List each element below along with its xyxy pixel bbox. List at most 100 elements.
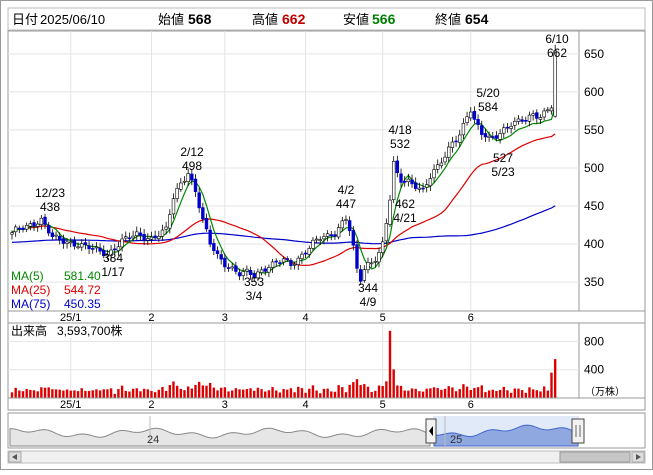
volume-bar — [98, 390, 102, 398]
volume-bar — [146, 389, 149, 398]
date-tick-label: 3 — [222, 399, 228, 411]
volume-bar — [227, 391, 230, 398]
horizontal-scrollbar[interactable] — [7, 450, 646, 464]
volume-bar — [40, 387, 43, 398]
volume-bar — [219, 387, 223, 398]
navigator-left-handle[interactable] — [425, 418, 437, 444]
volume-bar — [106, 389, 109, 398]
price-tick-label: 500 — [584, 161, 604, 175]
annotation-text: 462 — [395, 197, 415, 211]
open-value: 568 — [188, 11, 212, 27]
volume-tick-label: 400 — [584, 363, 604, 377]
volume-bar — [370, 391, 373, 398]
volume-bar — [553, 359, 557, 398]
candle-up — [146, 238, 150, 241]
candle-down — [98, 247, 102, 252]
volume-bar — [322, 388, 326, 398]
volume-bar — [546, 390, 550, 398]
volume-bar — [21, 391, 25, 398]
candle-up — [175, 188, 179, 199]
volume-bar — [355, 379, 359, 398]
volume-bar — [234, 388, 238, 398]
candle-down — [505, 126, 510, 129]
date-label: 日付 — [12, 12, 38, 27]
candle-down — [17, 227, 22, 230]
scrollbar-thumb[interactable] — [559, 451, 631, 463]
annotation-text: 353 — [244, 275, 264, 289]
candle-up — [124, 236, 128, 239]
candle-down — [197, 192, 201, 209]
volume-bar — [440, 389, 443, 398]
candle-up — [469, 111, 473, 119]
volume-bar — [311, 385, 315, 398]
volume-bar — [278, 392, 282, 398]
candle-up — [340, 220, 344, 229]
volume-bar — [374, 390, 377, 398]
volume-bar — [363, 384, 366, 398]
volume-bar — [506, 390, 509, 398]
low-value: 566 — [372, 11, 396, 27]
candle-up — [179, 182, 183, 190]
candle-up — [461, 123, 466, 136]
annotation-text: 344 — [358, 281, 378, 295]
volume-bar — [256, 387, 260, 398]
candle-up — [164, 226, 168, 230]
candle-up — [10, 232, 14, 235]
candle-up — [428, 178, 433, 187]
volume-bar — [43, 387, 47, 398]
candle-up — [439, 162, 444, 167]
volume-bar — [120, 385, 124, 398]
candle-down — [208, 229, 212, 245]
candle-up — [369, 262, 374, 265]
open-label: 始値 — [158, 12, 184, 27]
candle-down — [58, 235, 62, 240]
candle-up — [157, 236, 161, 239]
scrollbar-track[interactable] — [7, 450, 646, 464]
volume-bar — [223, 387, 227, 398]
candle-down — [476, 119, 480, 125]
volume-bar — [421, 391, 425, 398]
candle-up — [432, 169, 436, 179]
price-tick-label: 600 — [584, 85, 604, 99]
volume-bar — [366, 386, 370, 398]
volume-bar — [531, 389, 535, 398]
candle-up — [186, 173, 190, 183]
annotation-text: 5/20 — [476, 86, 500, 100]
candle-down — [520, 119, 524, 122]
candle-up — [311, 239, 315, 249]
candle-up — [35, 223, 40, 227]
candle-up — [245, 268, 249, 272]
high-value: 662 — [282, 11, 306, 27]
candle-up — [388, 199, 392, 225]
annotation-text: 527 — [493, 151, 513, 165]
volume-bar — [341, 387, 344, 398]
volume-bar — [10, 392, 14, 398]
volume-bar — [18, 390, 21, 398]
volume-bar — [396, 385, 399, 398]
high-label: 高値 — [252, 12, 278, 27]
volume-bar — [469, 389, 472, 398]
annotation-text: 3/4 — [246, 289, 263, 303]
volume-bar — [242, 389, 245, 398]
candle-up — [149, 236, 154, 240]
volume-bar — [260, 389, 263, 398]
date-tick-label: 4 — [303, 399, 309, 411]
candle-up — [502, 127, 506, 134]
navigator-right-handle[interactable] — [571, 418, 585, 444]
volume-bar — [168, 384, 172, 398]
volume-bar — [520, 390, 524, 398]
candle-up — [281, 258, 286, 263]
candle-down — [50, 232, 55, 238]
candle-up — [325, 233, 330, 237]
date-axis-row — [7, 310, 646, 324]
candle-up — [300, 253, 304, 259]
candle-down — [285, 258, 289, 260]
candle-up — [182, 180, 187, 183]
candle-down — [83, 242, 88, 245]
candle-up — [336, 227, 341, 238]
date-value: 2025/06/10 — [40, 12, 105, 27]
volume-bar — [535, 390, 539, 398]
candle-up — [230, 266, 234, 269]
date-tick-label: 2 — [148, 312, 154, 324]
candle-up — [65, 241, 69, 244]
